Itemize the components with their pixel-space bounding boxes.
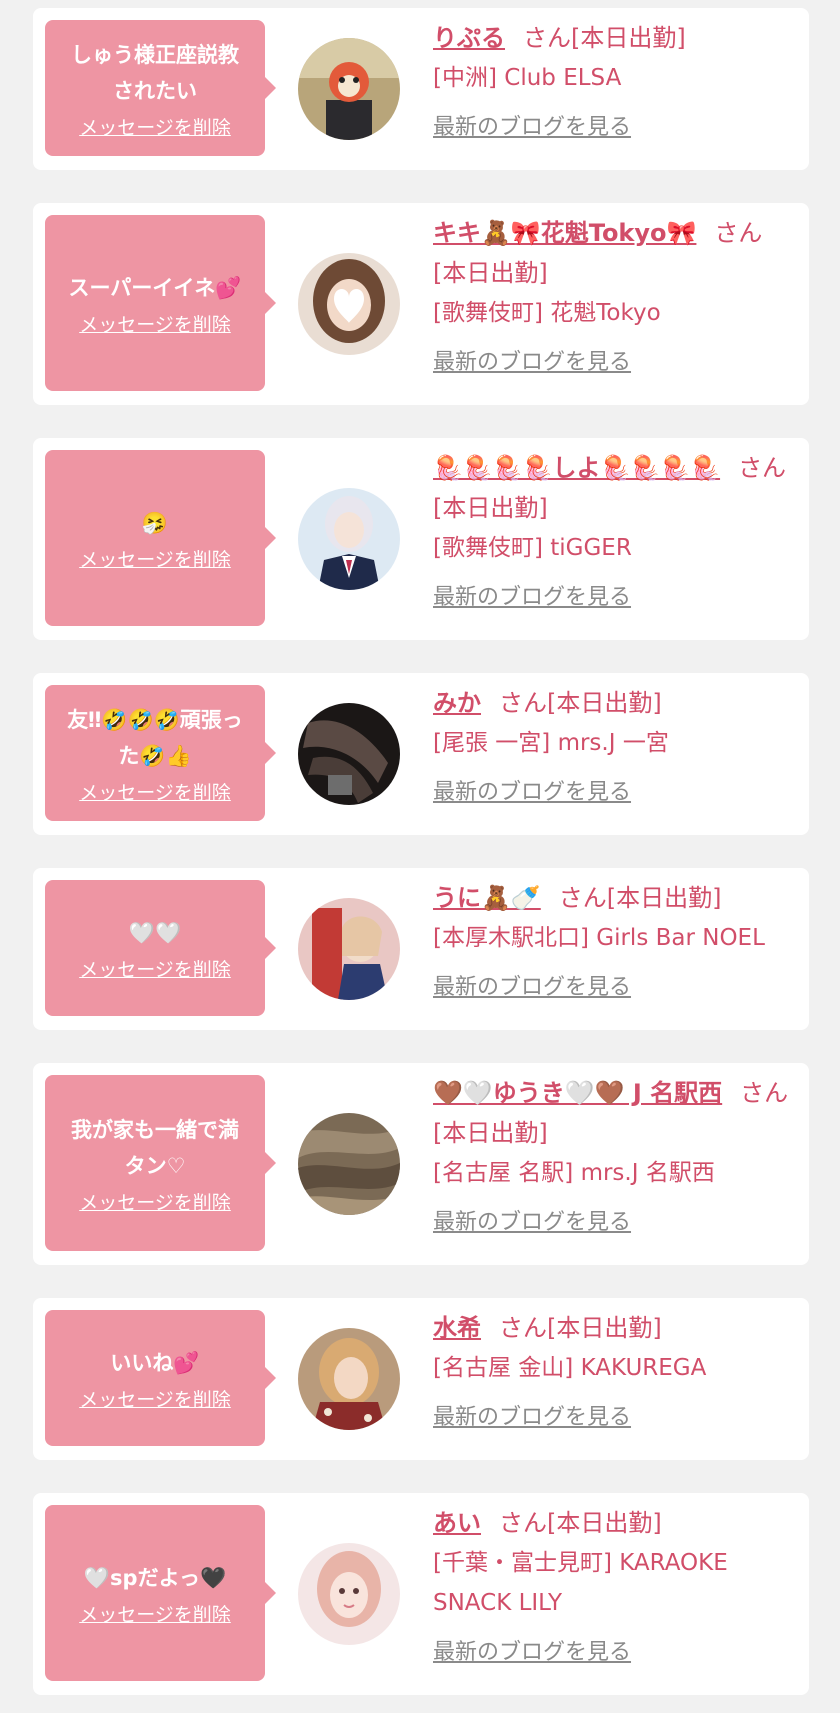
message-list: しゅう様正座説教 されたい メッセージを削除 りぷる さん[本日出勤] [中洲] … — [0, 0, 840, 1713]
delete-message-link[interactable]: メッセージを削除 — [79, 1604, 231, 1626]
message-bubble: しゅう様正座説教 されたい メッセージを削除 — [45, 20, 276, 156]
shop-name: [歌舞伎町] tiGGER — [433, 535, 632, 561]
message-card: 友‼︎🤣🤣🤣頑張っ た🤣👍 メッセージを削除 みか さん[本日出勤] [尾張 一宮… — [33, 673, 809, 835]
avatar[interactable] — [298, 1543, 400, 1645]
red-post-avatar — [298, 898, 400, 1000]
message-bubble: いいね💕 メッセージを削除 — [45, 1310, 276, 1446]
cast-info: うに🧸🍼 さん[本日出勤] [本厚木駅北口] Girls Bar NOEL 最新の… — [433, 878, 791, 1008]
shop-name: [尾張 一宮] mrs.J 一宮 — [433, 730, 669, 756]
latest-blog-link[interactable]: 最新のブログを見る — [433, 1398, 791, 1438]
avatar[interactable] — [298, 898, 400, 1000]
message-card: 🤍🤍 メッセージを削除 うに🧸🍼 さん[本日出勤] [本厚木駅北口] Girls … — [33, 868, 809, 1030]
attendance-status: さん[本日出勤] — [558, 884, 722, 912]
cast-name-link[interactable]: りぷる — [433, 24, 505, 52]
cast-name-link[interactable]: 🪼🪼🪼🪼しよ🪼🪼🪼🪼 — [433, 454, 720, 482]
message-bubble: スーパーイイネ💕 メッセージを削除 — [45, 215, 276, 391]
message-card: 🤧 メッセージを削除 🪼🪼🪼🪼しよ🪼🪼🪼🪼 さん[本日出勤] [歌舞伎町] tiG… — [33, 438, 809, 640]
cast-info: みか さん[本日出勤] [尾張 一宮] mrs.J 一宮 最新のブログを見る — [433, 683, 791, 813]
latest-blog-link[interactable]: 最新のブログを見る — [433, 578, 791, 618]
message-text: 🤧 — [141, 511, 169, 535]
latest-blog-link[interactable]: 最新のブログを見る — [433, 968, 791, 1008]
cast-info: 🪼🪼🪼🪼しよ🪼🪼🪼🪼 さん[本日出勤] [歌舞伎町] tiGGER 最新のブログを… — [433, 448, 791, 618]
cast-name-link[interactable]: うに🧸🍼 — [433, 884, 541, 912]
attendance-status: さん[本日出勤] — [499, 1314, 662, 1342]
message-card: 我が家も一緒で満 タン♡ メッセージを削除 🤎🤍ゆうき🤍🤎 J 名駅西 さん[本日… — [33, 1063, 809, 1265]
cast-info: 🤎🤍ゆうき🤍🤎 J 名駅西 さん[本日出勤] [名古屋 名駅] mrs.J 名駅西… — [433, 1073, 791, 1243]
latest-blog-link[interactable]: 最新のブログを見る — [433, 1203, 791, 1243]
message-card: いいね💕 メッセージを削除 水希 さん[本日出勤] [名古屋 金山] KAKURE… — [33, 1298, 809, 1460]
latest-blog-link[interactable]: 最新のブログを見る — [433, 773, 791, 813]
latest-blog-link[interactable]: 最新のブログを見る — [433, 108, 791, 148]
delete-message-link[interactable]: メッセージを削除 — [79, 959, 231, 981]
shop-name: [名古屋 名駅] mrs.J 名駅西 — [433, 1160, 715, 1186]
delete-message-link[interactable]: メッセージを削除 — [79, 1192, 231, 1214]
delete-message-link[interactable]: メッセージを削除 — [79, 314, 231, 336]
shop-name: [本厚木駅北口] Girls Bar NOEL — [433, 925, 765, 951]
cast-name-link[interactable]: 水希 — [433, 1314, 481, 1342]
cast-info: キキ🧸🎀花魁Tokyo🎀 さん[本日出勤] [歌舞伎町] 花魁Tokyo 最新のブ… — [433, 213, 791, 383]
message-bubble: 🤍🤍 メッセージを削除 — [45, 880, 276, 1016]
avatar[interactable] — [298, 703, 400, 805]
delete-message-link[interactable]: メッセージを削除 — [79, 782, 231, 804]
attendance-status: さん[本日出勤] — [523, 24, 686, 52]
cast-info: りぷる さん[本日出勤] [中洲] Club ELSA 最新のブログを見る — [433, 18, 791, 148]
avatar[interactable] — [298, 38, 400, 140]
message-text: 我が家も一緒で満 タン♡ — [71, 1118, 239, 1178]
latest-blog-link[interactable]: 最新のブログを見る — [433, 343, 791, 383]
uniform-avatar — [298, 488, 400, 590]
latest-blog-link[interactable]: 最新のブログを見る — [433, 1633, 791, 1673]
message-text: いいね💕 — [110, 1351, 200, 1375]
delete-message-link[interactable]: メッセージを削除 — [79, 549, 231, 571]
message-card: スーパーイイネ💕 メッセージを削除 キキ🧸🎀花魁Tokyo🎀 さん[本日出勤] [… — [33, 203, 809, 405]
pink-selfie-avatar — [298, 1543, 400, 1645]
cast-info: あい さん[本日出勤] [千葉・富士見町] KARAOKE SNACK LILY … — [433, 1503, 791, 1673]
shop-name: [歌舞伎町] 花魁Tokyo — [433, 300, 661, 326]
message-bubble: 我が家も一緒で満 タン♡ メッセージを削除 — [45, 1075, 276, 1251]
avatar[interactable] — [298, 488, 400, 590]
message-bubble: 友‼︎🤣🤣🤣頑張っ た🤣👍 メッセージを削除 — [45, 685, 276, 821]
message-text: しゅう様正座説教 されたい — [71, 43, 239, 103]
cast-name-link[interactable]: 🤎🤍ゆうき🤍🤎 J 名駅西 — [433, 1079, 722, 1107]
shop-name: [名古屋 金山] KAKUREGA — [433, 1355, 707, 1381]
avatar[interactable] — [298, 1328, 400, 1430]
shop-name: [千葉・富士見町] KARAOKE SNACK LILY — [433, 1550, 728, 1616]
message-bubble: 🤧 メッセージを削除 — [45, 450, 276, 626]
message-card: 🤍spだよっ🖤 メッセージを削除 あい さん[本日出勤] [千葉・富士見町] KA… — [33, 1493, 809, 1695]
message-bubble: 🤍spだよっ🖤 メッセージを削除 — [45, 1505, 276, 1681]
message-text: 友‼︎🤣🤣🤣頑張っ た🤣👍 — [67, 708, 243, 768]
delete-message-link[interactable]: メッセージを削除 — [79, 1389, 231, 1411]
cast-name-link[interactable]: みか — [433, 689, 481, 717]
avatar[interactable] — [298, 253, 400, 355]
selfie-avatar — [298, 1328, 400, 1430]
brown-hair-avatar — [298, 253, 400, 355]
message-text: 🤍spだよっ🖤 — [83, 1566, 227, 1590]
message-text: 🤍🤍 — [128, 921, 182, 945]
cast-name-link[interactable]: あい — [433, 1509, 481, 1537]
attendance-status: さん[本日出勤] — [499, 689, 662, 717]
delete-message-link[interactable]: メッセージを削除 — [79, 117, 231, 139]
avatar[interactable] — [298, 1113, 400, 1215]
legs-avatar — [298, 703, 400, 805]
attendance-status: さん[本日出勤] — [499, 1509, 662, 1537]
message-card: しゅう様正座説教 されたい メッセージを削除 りぷる さん[本日出勤] [中洲] … — [33, 8, 809, 170]
hair-closeup-avatar — [298, 1113, 400, 1215]
shop-name: [中洲] Club ELSA — [433, 65, 622, 91]
cast-name-link[interactable]: キキ🧸🎀花魁Tokyo🎀 — [433, 219, 696, 247]
cast-info: 水希 さん[本日出勤] [名古屋 金山] KAKUREGA 最新のブログを見る — [433, 1308, 791, 1438]
message-text: スーパーイイネ💕 — [68, 276, 242, 300]
face-with-mask-avatar — [298, 38, 400, 140]
